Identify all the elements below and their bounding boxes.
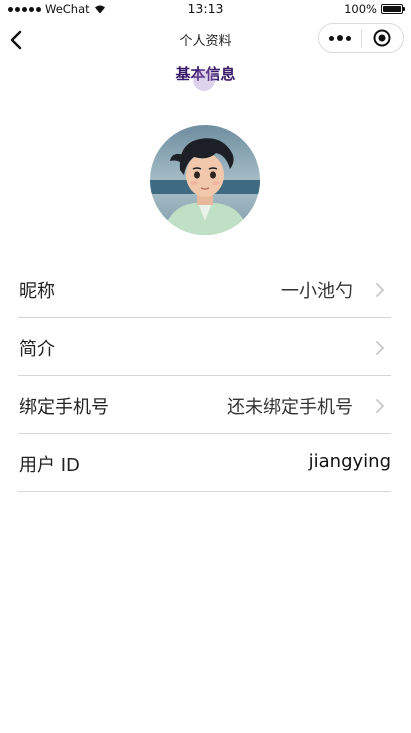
row-label: 绑定手机号 [19,397,109,418]
more-button[interactable] [319,24,361,52]
chevron-right-icon [376,341,384,355]
chevron-right-icon [376,399,384,413]
status-bar: WeChat 13:13 100% [0,0,411,20]
row-label: 用户 ID [19,455,80,476]
touch-indicator [193,69,215,91]
row-label: 昵称 [19,281,55,302]
more-dot-icon [345,35,351,41]
chevron-right-icon [376,283,384,297]
row-user-id: 用户 ID jiangying [18,434,391,492]
more-dot-icon [336,35,343,41]
more-dot-icon [328,35,334,41]
row-value: 还未绑定手机号 [227,397,353,418]
row-value: 一小池勺 [281,281,353,302]
row-nickname[interactable]: 昵称 一小池勺 [18,260,391,318]
row-label: 简介 [19,339,55,360]
status-right: 100% [344,2,405,16]
avatar[interactable] [150,125,260,235]
row-phone[interactable]: 绑定手机号 还未绑定手机号 [18,376,391,434]
row-bio[interactable]: 简介 [18,318,391,376]
mini-program-capsule [318,23,404,53]
profile-info-list: 昵称 一小池勺 简介 绑定手机号 还未绑定手机号 用户 ID jiangying [18,260,391,492]
profile-screen: WeChat 13:13 100% 个人资料 基本信息 昵称 一小池勺 简介 绑… [0,0,411,733]
close-button[interactable] [361,24,403,52]
avatar-image [150,125,260,235]
battery-percentage: 100% [344,2,377,16]
target-close-icon [373,29,391,47]
battery-icon [381,4,405,14]
nav-bar: 个人资料 [0,20,411,60]
row-value: jiangying [308,451,391,472]
